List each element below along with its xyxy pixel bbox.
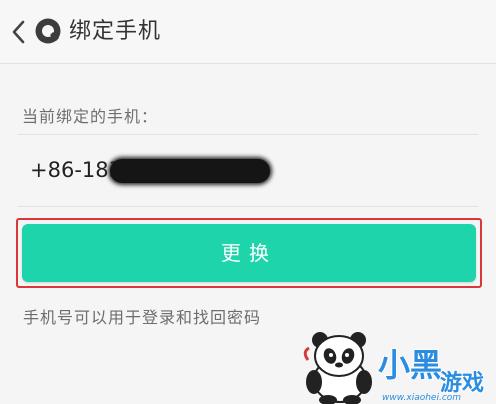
change-phone-button[interactable]: 更换 [22, 224, 476, 282]
app-logo-icon [35, 18, 61, 44]
phone-number: +86-183 [30, 158, 122, 182]
svg-text:www.xiaohei.com: www.xiaohei.com [382, 393, 461, 402]
panda-mascot-icon [303, 332, 372, 404]
svg-text:小黑: 小黑 [378, 346, 442, 384]
divider [18, 206, 478, 207]
hint-text: 手机号可以用于登录和找回密码 [23, 308, 262, 327]
phone-redaction-mask [110, 159, 270, 183]
phone-row: +86-183 [30, 155, 270, 185]
divider [18, 134, 478, 135]
app-header: 绑定手机 [0, 0, 496, 64]
chevron-left-icon[interactable] [10, 19, 28, 45]
page-title: 绑定手机 [69, 19, 162, 44]
xiaohei-watermark-logo: 小黑 游戏 www.xiaohei.com [377, 345, 485, 402]
current-phone-label: 当前绑定的手机： [22, 107, 159, 126]
